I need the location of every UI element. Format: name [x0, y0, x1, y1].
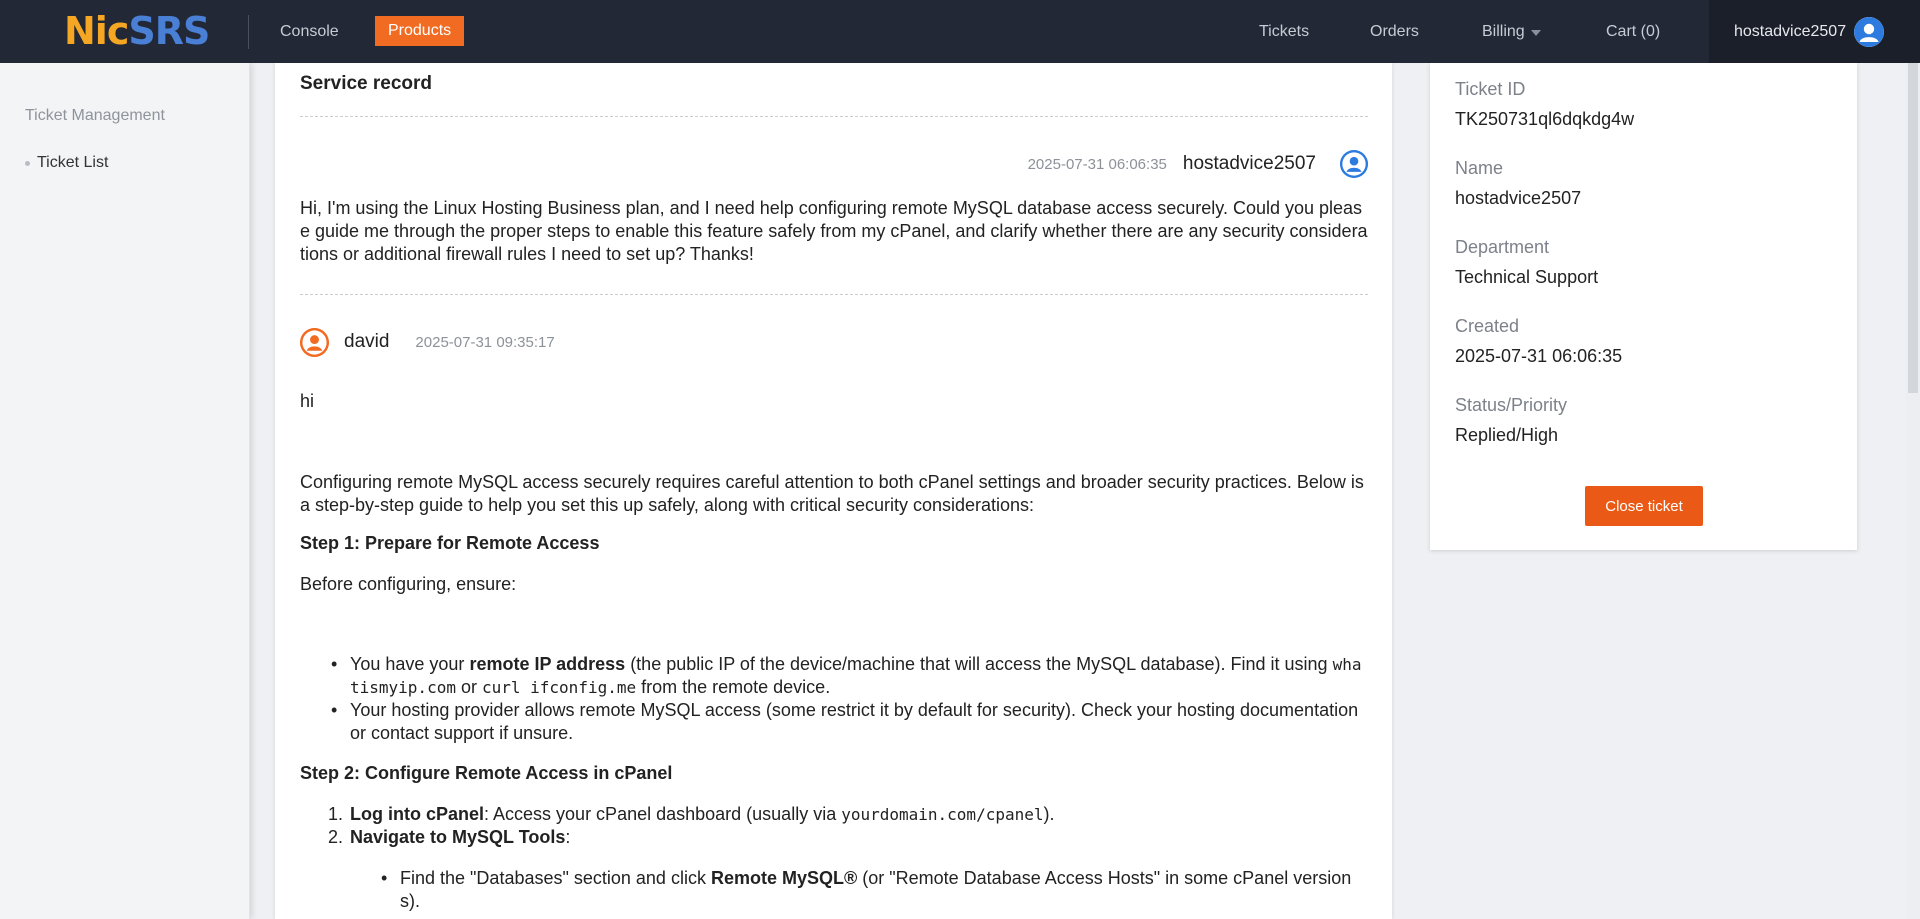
step-2-title: Step 2: Configure Remote Access in cPane…: [300, 763, 673, 783]
page-scrollbar-thumb[interactable]: [1908, 63, 1918, 393]
nav-tickets-link[interactable]: Tickets: [1259, 0, 1309, 63]
sidebar-item-label: Ticket List: [37, 154, 109, 171]
message-body: Hi, I'm using the Linux Hosting Business…: [300, 198, 1368, 264]
ticket-info-card: Ticket ID TK250731ql6dqkdg4w Name hostad…: [1430, 63, 1857, 550]
message-header: 2025-07-31 06:06:35 hostadvice2507: [1028, 149, 1368, 179]
divider: [300, 294, 1368, 295]
step-2-sub-list: • Find the "Databases" section and click…: [381, 867, 1368, 913]
step-1-lead: Before configuring, ensure:: [300, 574, 517, 594]
status-value: Replied/High: [1455, 425, 1559, 445]
list-item: 1. Log into cPanel: Access your cPanel d…: [328, 804, 1055, 824]
list-item: 2. Navigate to MySQL Tools:: [328, 827, 571, 847]
nav-orders-link[interactable]: Orders: [1370, 0, 1419, 63]
step-1-list: • You have your remote IP address (the p…: [331, 653, 1368, 745]
department-label: Department: [1455, 237, 1550, 257]
list-item: • Your hosting provider allows remote My…: [331, 700, 1359, 743]
logo-nic-text: Nic: [64, 9, 129, 53]
created-label: Created: [1455, 316, 1520, 336]
user-icon: [1340, 150, 1368, 178]
nav-billing-dropdown[interactable]: Billing: [1482, 0, 1541, 63]
step-2-list: 1. Log into cPanel: Access your cPanel d…: [328, 803, 1368, 849]
nav-products-button[interactable]: Products: [375, 16, 465, 46]
reply-header: david 2025-07-31 09:35:17: [300, 327, 555, 357]
department-value: Technical Support: [1455, 267, 1599, 287]
service-record-panel[interactable]: Service record 2025-07-31 06:06:35 hosta…: [275, 63, 1392, 919]
user-icon: [1854, 16, 1885, 47]
message-timestamp: 2025-07-31 06:06:35: [1027, 155, 1167, 173]
username-label: hostadvice2507: [1734, 22, 1847, 40]
user-icon: [300, 327, 329, 357]
message-author: hostadvice2507: [1182, 153, 1316, 174]
reply-author: david: [344, 331, 390, 352]
top-navbar: NicSRS Console Products Tickets Orders B…: [0, 0, 1920, 63]
nav-billing-label: Billing: [1482, 22, 1525, 40]
section-title: Service record: [300, 73, 433, 94]
caret-down-icon: [1530, 30, 1541, 36]
nav-console-link[interactable]: Console: [280, 0, 339, 63]
list-item: • Find the "Databases" section and click…: [381, 868, 1352, 911]
logo-srs-text: SRS: [128, 9, 210, 53]
reply-timestamp: 2025-07-31 09:35:17: [415, 333, 555, 351]
ticket-id-label: Ticket ID: [1455, 79, 1526, 99]
created-value: 2025-07-31 06:06:35: [1455, 346, 1623, 366]
sidebar: Ticket Management Ticket List: [0, 63, 250, 919]
ticket-id-value: TK250731ql6dqkdg4w: [1455, 109, 1635, 129]
bullet-dot-icon: [25, 160, 30, 166]
divider: [300, 116, 1368, 117]
reply-intro: Configuring remote MySQL access securely…: [300, 472, 1364, 515]
sidebar-section-title: Ticket Management: [25, 107, 165, 124]
step-1-title: Step 1: Prepare for Remote Access: [300, 533, 600, 553]
reply-greeting: hi: [300, 391, 315, 411]
name-label: Name: [1455, 158, 1504, 178]
nav-cart-link[interactable]: Cart (0): [1606, 0, 1660, 63]
nav-divider: [248, 15, 249, 49]
status-label: Status/Priority: [1455, 395, 1568, 415]
close-ticket-button[interactable]: Close ticket: [1585, 486, 1703, 526]
nicsrs-logo[interactable]: NicSRS: [64, 9, 210, 53]
name-value: hostadvice2507: [1455, 188, 1582, 208]
sidebar-item-ticket-list[interactable]: Ticket List: [25, 154, 108, 172]
user-menu[interactable]: hostadvice2507: [1709, 0, 1920, 63]
list-item: • You have your remote IP address (the p…: [331, 654, 1362, 697]
